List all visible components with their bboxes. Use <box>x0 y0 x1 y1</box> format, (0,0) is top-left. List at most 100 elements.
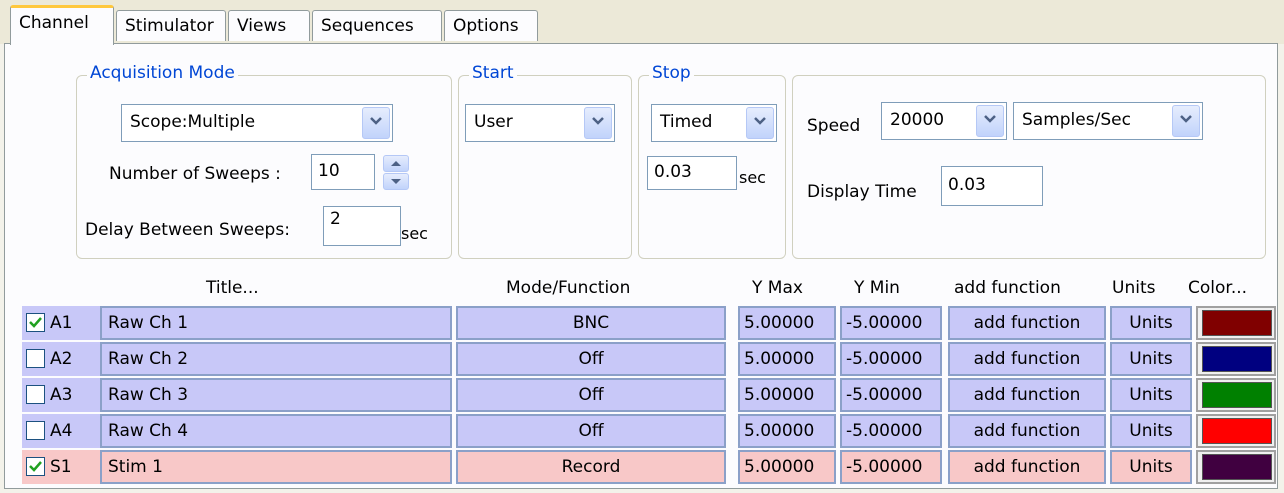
ymin-cell[interactable]: -5.00000 <box>840 450 942 484</box>
chevron-down-icon[interactable] <box>1172 105 1200 137</box>
stop-value: Timed <box>660 112 713 132</box>
tab-label: Channel <box>19 13 89 33</box>
delay-input[interactable]: 2 <box>323 206 401 246</box>
color-cell[interactable] <box>1196 342 1276 376</box>
mode-function-cell[interactable]: BNC <box>456 306 726 340</box>
color-swatch[interactable] <box>1202 382 1272 408</box>
start-group: Start User <box>458 63 632 259</box>
add-function-button[interactable]: add function <box>948 378 1106 412</box>
table-row: A3 Raw Ch 3 Off 5.00000 -5.00000 add function… <box>22 378 1278 412</box>
units-button[interactable]: Units <box>1110 450 1192 484</box>
acquisition-mode-select[interactable]: Scope:Multiple <box>121 104 393 142</box>
table-row: A2 Raw Ch 2 Off 5.00000 -5.00000 add function… <box>22 342 1278 376</box>
acquisition-mode-title: Acquisition Mode <box>87 63 238 83</box>
channel-enable-checkbox[interactable] <box>26 457 45 476</box>
color-cell[interactable] <box>1196 306 1276 340</box>
title-cell[interactable]: Raw Ch 4 <box>100 414 452 448</box>
ymax-cell[interactable]: 5.00000 <box>738 342 836 376</box>
spin-down-icon[interactable] <box>383 173 409 190</box>
tab-label: Sequences <box>321 16 414 36</box>
channel-id: A2 <box>50 349 73 369</box>
tab-label: Stimulator <box>125 16 214 36</box>
channel-enable-checkbox[interactable] <box>26 313 45 332</box>
units-button[interactable]: Units <box>1110 342 1192 376</box>
mode-function-cell[interactable]: Record <box>456 450 726 484</box>
start-title: Start <box>469 63 517 83</box>
ymax-cell[interactable]: 5.00000 <box>738 450 836 484</box>
units-button[interactable]: Units <box>1110 414 1192 448</box>
header-title[interactable]: Title... <box>206 276 259 300</box>
add-function-button[interactable]: add function <box>948 450 1106 484</box>
channel-enable-checkbox[interactable] <box>26 349 45 368</box>
sweeps-label: Number of Sweeps : <box>109 164 281 184</box>
spin-up-icon[interactable] <box>383 155 409 172</box>
units-button[interactable]: Units <box>1110 378 1192 412</box>
header-color[interactable]: Color... <box>1188 276 1247 300</box>
add-function-button[interactable]: add function <box>948 342 1106 376</box>
ymax-cell[interactable]: 5.00000 <box>738 378 836 412</box>
start-select[interactable]: User <box>465 104 615 142</box>
ymin-cell[interactable]: -5.00000 <box>840 342 942 376</box>
chevron-down-icon[interactable] <box>362 107 390 139</box>
color-swatch[interactable] <box>1202 454 1272 480</box>
channel-cell: A4 <box>22 414 101 448</box>
delay-unit: sec <box>401 224 428 243</box>
tab-sequences[interactable]: Sequences <box>312 10 442 41</box>
tab-channel[interactable]: Channel <box>10 5 114 45</box>
units-button[interactable]: Units <box>1110 306 1192 340</box>
stop-select[interactable]: Timed <box>651 104 777 142</box>
add-function-button[interactable]: add function <box>948 306 1106 340</box>
tab-label: Options <box>453 16 519 36</box>
channel-id: A3 <box>50 385 73 405</box>
ymax-cell[interactable]: 5.00000 <box>738 414 836 448</box>
display-time-input[interactable]: 0.03 <box>941 166 1043 206</box>
header-ymin: Y Min <box>854 278 900 298</box>
color-cell[interactable] <box>1196 450 1276 484</box>
channel-enable-checkbox[interactable] <box>26 385 45 404</box>
mode-function-cell[interactable]: Off <box>456 414 726 448</box>
header-add-function: add function <box>954 278 1061 298</box>
channel-enable-checkbox[interactable] <box>26 421 45 440</box>
title-cell[interactable]: Stim 1 <box>100 450 452 484</box>
add-function-button[interactable]: add function <box>948 414 1106 448</box>
title-cell[interactable]: Raw Ch 3 <box>100 378 452 412</box>
tab-options[interactable]: Options <box>444 10 538 41</box>
ymin-cell[interactable]: -5.00000 <box>840 414 942 448</box>
sweeps-input[interactable]: 10 <box>311 154 375 190</box>
color-swatch[interactable] <box>1202 346 1272 372</box>
mode-function-cell[interactable]: Off <box>456 378 726 412</box>
start-value: User <box>474 112 513 132</box>
table-row: A1 Raw Ch 1 BNC 5.00000 -5.00000 add function… <box>22 306 1278 340</box>
chevron-down-icon[interactable] <box>746 107 774 139</box>
stop-time-input[interactable]: 0.03 <box>647 156 737 190</box>
stop-title: Stop <box>649 63 694 83</box>
title-cell[interactable]: Raw Ch 2 <box>100 342 452 376</box>
speed-group: Speed 20000 Samples/Sec Display Time 0.0… <box>792 75 1266 259</box>
channel-id: A4 <box>50 421 73 441</box>
channel-cell: A1 <box>22 306 101 340</box>
chevron-down-icon[interactable] <box>584 107 612 139</box>
tab-stimulator[interactable]: Stimulator <box>116 10 226 41</box>
color-cell[interactable] <box>1196 414 1276 448</box>
speed-unit-select[interactable]: Samples/Sec <box>1013 102 1203 140</box>
title-cell[interactable]: Raw Ch 1 <box>100 306 452 340</box>
color-cell[interactable] <box>1196 378 1276 412</box>
ymin-cell[interactable]: -5.00000 <box>840 306 942 340</box>
channel-id: S1 <box>50 457 72 477</box>
color-swatch[interactable] <box>1202 418 1272 444</box>
header-mode: Mode/Function <box>506 278 631 298</box>
table-row: A4 Raw Ch 4 Off 5.00000 -5.00000 add function… <box>22 414 1278 448</box>
ymax-cell[interactable]: 5.00000 <box>738 306 836 340</box>
chevron-down-icon[interactable] <box>976 105 1004 137</box>
speed-unit-value: Samples/Sec <box>1022 110 1131 130</box>
speed-select[interactable]: 20000 <box>881 102 1007 140</box>
acquisition-mode-group: Acquisition Mode Scope:Multiple Number o… <box>76 63 452 259</box>
tab-views[interactable]: Views <box>228 10 310 41</box>
stop-group: Stop Timed 0.03 sec <box>638 63 786 259</box>
channel-cell: A3 <box>22 378 101 412</box>
table-row: S1 Stim 1 Record 5.00000 -5.00000 add functio… <box>22 450 1278 484</box>
mode-function-cell[interactable]: Off <box>456 342 726 376</box>
color-swatch[interactable] <box>1202 310 1272 336</box>
stop-time-unit: sec <box>739 168 766 187</box>
ymin-cell[interactable]: -5.00000 <box>840 378 942 412</box>
